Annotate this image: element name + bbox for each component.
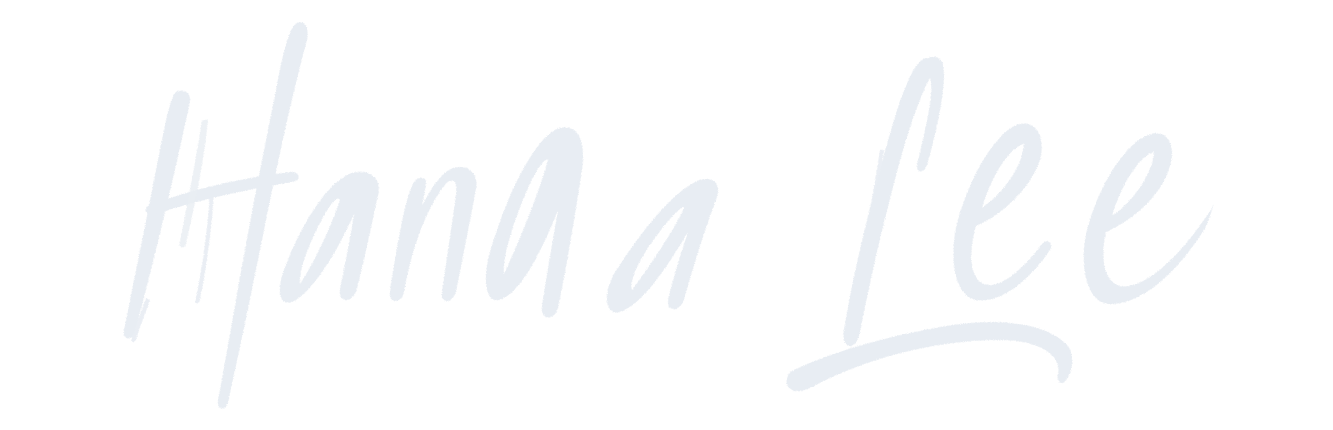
signature-logo-canvas (0, 0, 1333, 430)
letter-e-2 (1083, 133, 1214, 305)
letter-e-1 (953, 123, 1052, 301)
hana-lee-signature-logo (123, 22, 1214, 409)
letter-h (123, 22, 308, 409)
letter-n (389, 166, 477, 301)
letter-l (786, 56, 1073, 392)
letter-a-1 (279, 171, 379, 303)
letter-a-3 (606, 178, 719, 313)
letter-a-2 (485, 127, 584, 318)
